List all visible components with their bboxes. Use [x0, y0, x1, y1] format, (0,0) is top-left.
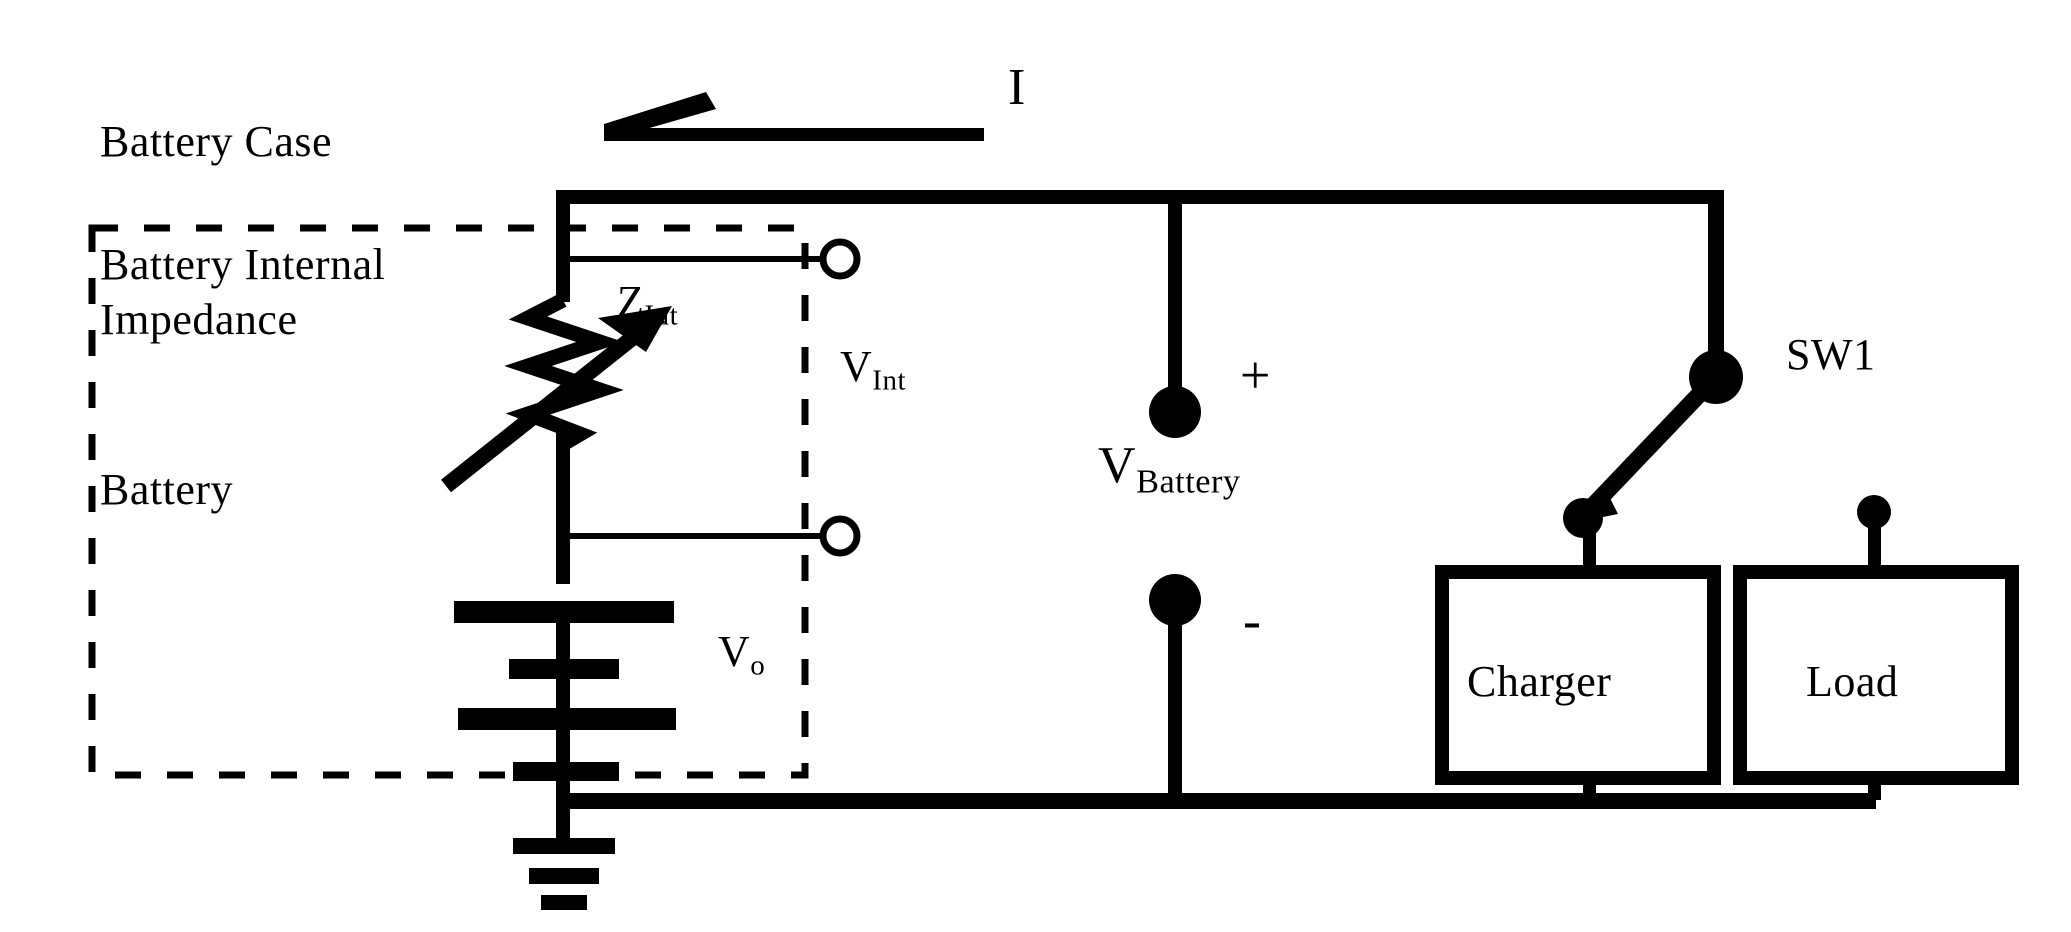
- battery-plate-connector-wire: [556, 620, 570, 665]
- v-int-label: VInt: [840, 345, 906, 396]
- bottom-rail-wire: [556, 793, 1876, 809]
- battery-label: Battery: [100, 465, 234, 514]
- impedance-to-battery-wire: [556, 432, 570, 584]
- battery-internal-impedance-label-line2: Impedance: [100, 295, 298, 344]
- circuit-diagram: Battery Case Battery Internal Impedance …: [0, 0, 2071, 932]
- terminal-top-open-circle: [819, 238, 861, 280]
- vbattery-negative-lead-wire: [1168, 600, 1182, 800]
- node-positive-dot: [1149, 386, 1201, 438]
- terminal-bottom-open-circle: [819, 515, 861, 557]
- polarity-minus-label: -: [1243, 590, 1262, 650]
- sw1-supply-wire: [1708, 190, 1724, 374]
- current-arrow-icon: [604, 92, 984, 141]
- battery-plate-connector-wire-2: [556, 676, 570, 714]
- impedance-z-label: ZInt: [617, 280, 678, 331]
- v-o-subscript: o: [750, 649, 766, 682]
- battery-internal-impedance-label-line1: Battery Internal: [100, 240, 386, 289]
- switch-sw1-label: SW1: [1786, 330, 1876, 379]
- charger-label: Charger: [1467, 657, 1612, 706]
- load-label: Load: [1806, 657, 1899, 706]
- battery-top-lead-wire: [556, 190, 570, 302]
- upper-terminal-tap-wire: [563, 256, 821, 262]
- battery-case-label: Battery Case: [100, 117, 333, 166]
- battery-bottom-lead-wire: [556, 727, 570, 769]
- v-battery-symbol: V: [1098, 437, 1137, 494]
- lower-terminal-tap-wire: [563, 533, 821, 539]
- switch-sw1-symbol[interactable]: [1563, 350, 1743, 538]
- current-label: I: [1008, 59, 1026, 116]
- v-int-symbol: V: [840, 342, 873, 391]
- impedance-z-symbol: Z: [617, 277, 645, 326]
- vbattery-positive-lead-wire: [1168, 197, 1182, 405]
- v-int-subscript: Int: [872, 364, 907, 397]
- polarity-plus-label: +: [1240, 345, 1271, 405]
- v-o-label: Vo: [718, 630, 765, 681]
- top-rail-wire: [556, 190, 1722, 204]
- charger-bottom-lead-wire: [1583, 772, 1596, 800]
- impedance-z-subscript: Int: [644, 299, 679, 332]
- v-battery-label: VBattery: [1098, 440, 1241, 499]
- v-o-symbol: V: [718, 627, 751, 676]
- v-battery-subscript: Battery: [1136, 462, 1241, 501]
- load-bottom-lead-wire: [1868, 772, 1881, 800]
